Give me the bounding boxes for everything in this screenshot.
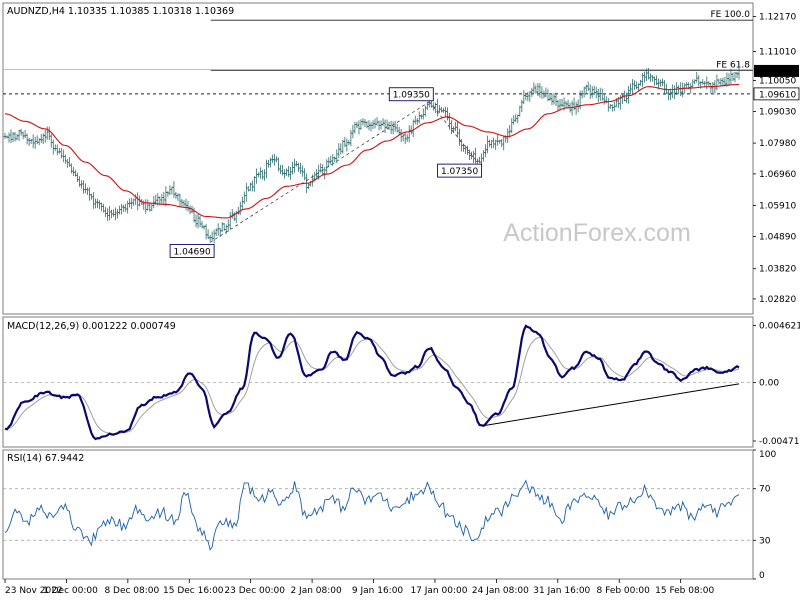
level-label: FE 61.8 <box>716 60 750 70</box>
price-callout: 1.09350 <box>388 87 434 102</box>
callout-label: 1.09350 <box>393 91 430 101</box>
price-y-tick-label: 1.12170 <box>759 13 796 23</box>
rsi-y-tick-label: 100 <box>759 450 776 460</box>
price-y-tick-label: 1.06960 <box>759 170 796 180</box>
time-tick-label: 23 Dec 00:00 <box>224 586 285 596</box>
rsi-y-tick-label: 30 <box>759 536 771 546</box>
price-axis-tag: 1.09610 <box>753 87 800 100</box>
price-panel-title: AUDNZD,H4 1.10335 1.10385 1.10318 1.1036… <box>7 6 234 17</box>
level-label: FE 100.0 <box>711 10 751 20</box>
time-tick-label: 24 Jan 08:00 <box>472 586 529 596</box>
axis-tag-label: 1.09610 <box>759 90 796 100</box>
time-tick-label: 17 Jan 00:00 <box>410 586 467 596</box>
price-y-tick-label: 1.02820 <box>759 295 796 305</box>
time-tick-label: 2 Jan 08:00 <box>290 586 342 596</box>
time-tick-label: 8 Feb 00:00 <box>597 586 651 596</box>
rsi-y-tick-label: 0 <box>759 571 765 581</box>
price-y-tick-label: 1.10050 <box>759 77 796 87</box>
watermark: ActionForex.com <box>503 219 691 247</box>
price-axis-tag: 1.10369 <box>754 64 799 77</box>
price-y-tick-label: 1.07980 <box>759 139 796 149</box>
time-tick-label: 31 Jan 16:00 <box>533 586 590 596</box>
time-tick-label: 15 Dec 16:00 <box>163 586 224 596</box>
time-tick-label: 15 Feb 08:00 <box>655 586 714 596</box>
time-tick-label: 1 Dec 00:00 <box>43 586 98 596</box>
macd-y-tick-label: -0.004715 <box>759 437 800 447</box>
price-y-tick-label: 1.04890 <box>759 232 796 242</box>
macd-panel-title: MACD(12,26,9) 0.001222 0.000749 <box>7 321 176 332</box>
price-callout: 1.04690 <box>169 243 215 258</box>
price-y-tick-label: 1.09030 <box>759 107 796 117</box>
axis-tag-label: 1.10369 <box>759 67 796 77</box>
chart-canvas: ActionForex.com AUDNZD,H4 1.10335 1.1038… <box>0 0 800 600</box>
rsi-panel-title: RSI(14) 67.9442 <box>7 453 84 464</box>
price-y-tick-label: 1.05910 <box>759 202 796 212</box>
callout-label: 1.04690 <box>174 247 211 257</box>
price-callout: 1.07350 <box>437 163 483 178</box>
price-y-tick-label: 1.03820 <box>759 265 796 275</box>
price-y-tick-label: 1.11010 <box>759 48 796 58</box>
time-tick-label: 8 Dec 08:00 <box>104 586 159 596</box>
callout-label: 1.07350 <box>441 167 478 177</box>
macd-y-tick-label: 0.004621 <box>759 321 800 331</box>
macd-y-tick-label: 0.00 <box>759 379 779 389</box>
time-tick-label: 9 Jan 16:00 <box>352 586 404 596</box>
rsi-y-tick-label: 70 <box>759 485 771 495</box>
